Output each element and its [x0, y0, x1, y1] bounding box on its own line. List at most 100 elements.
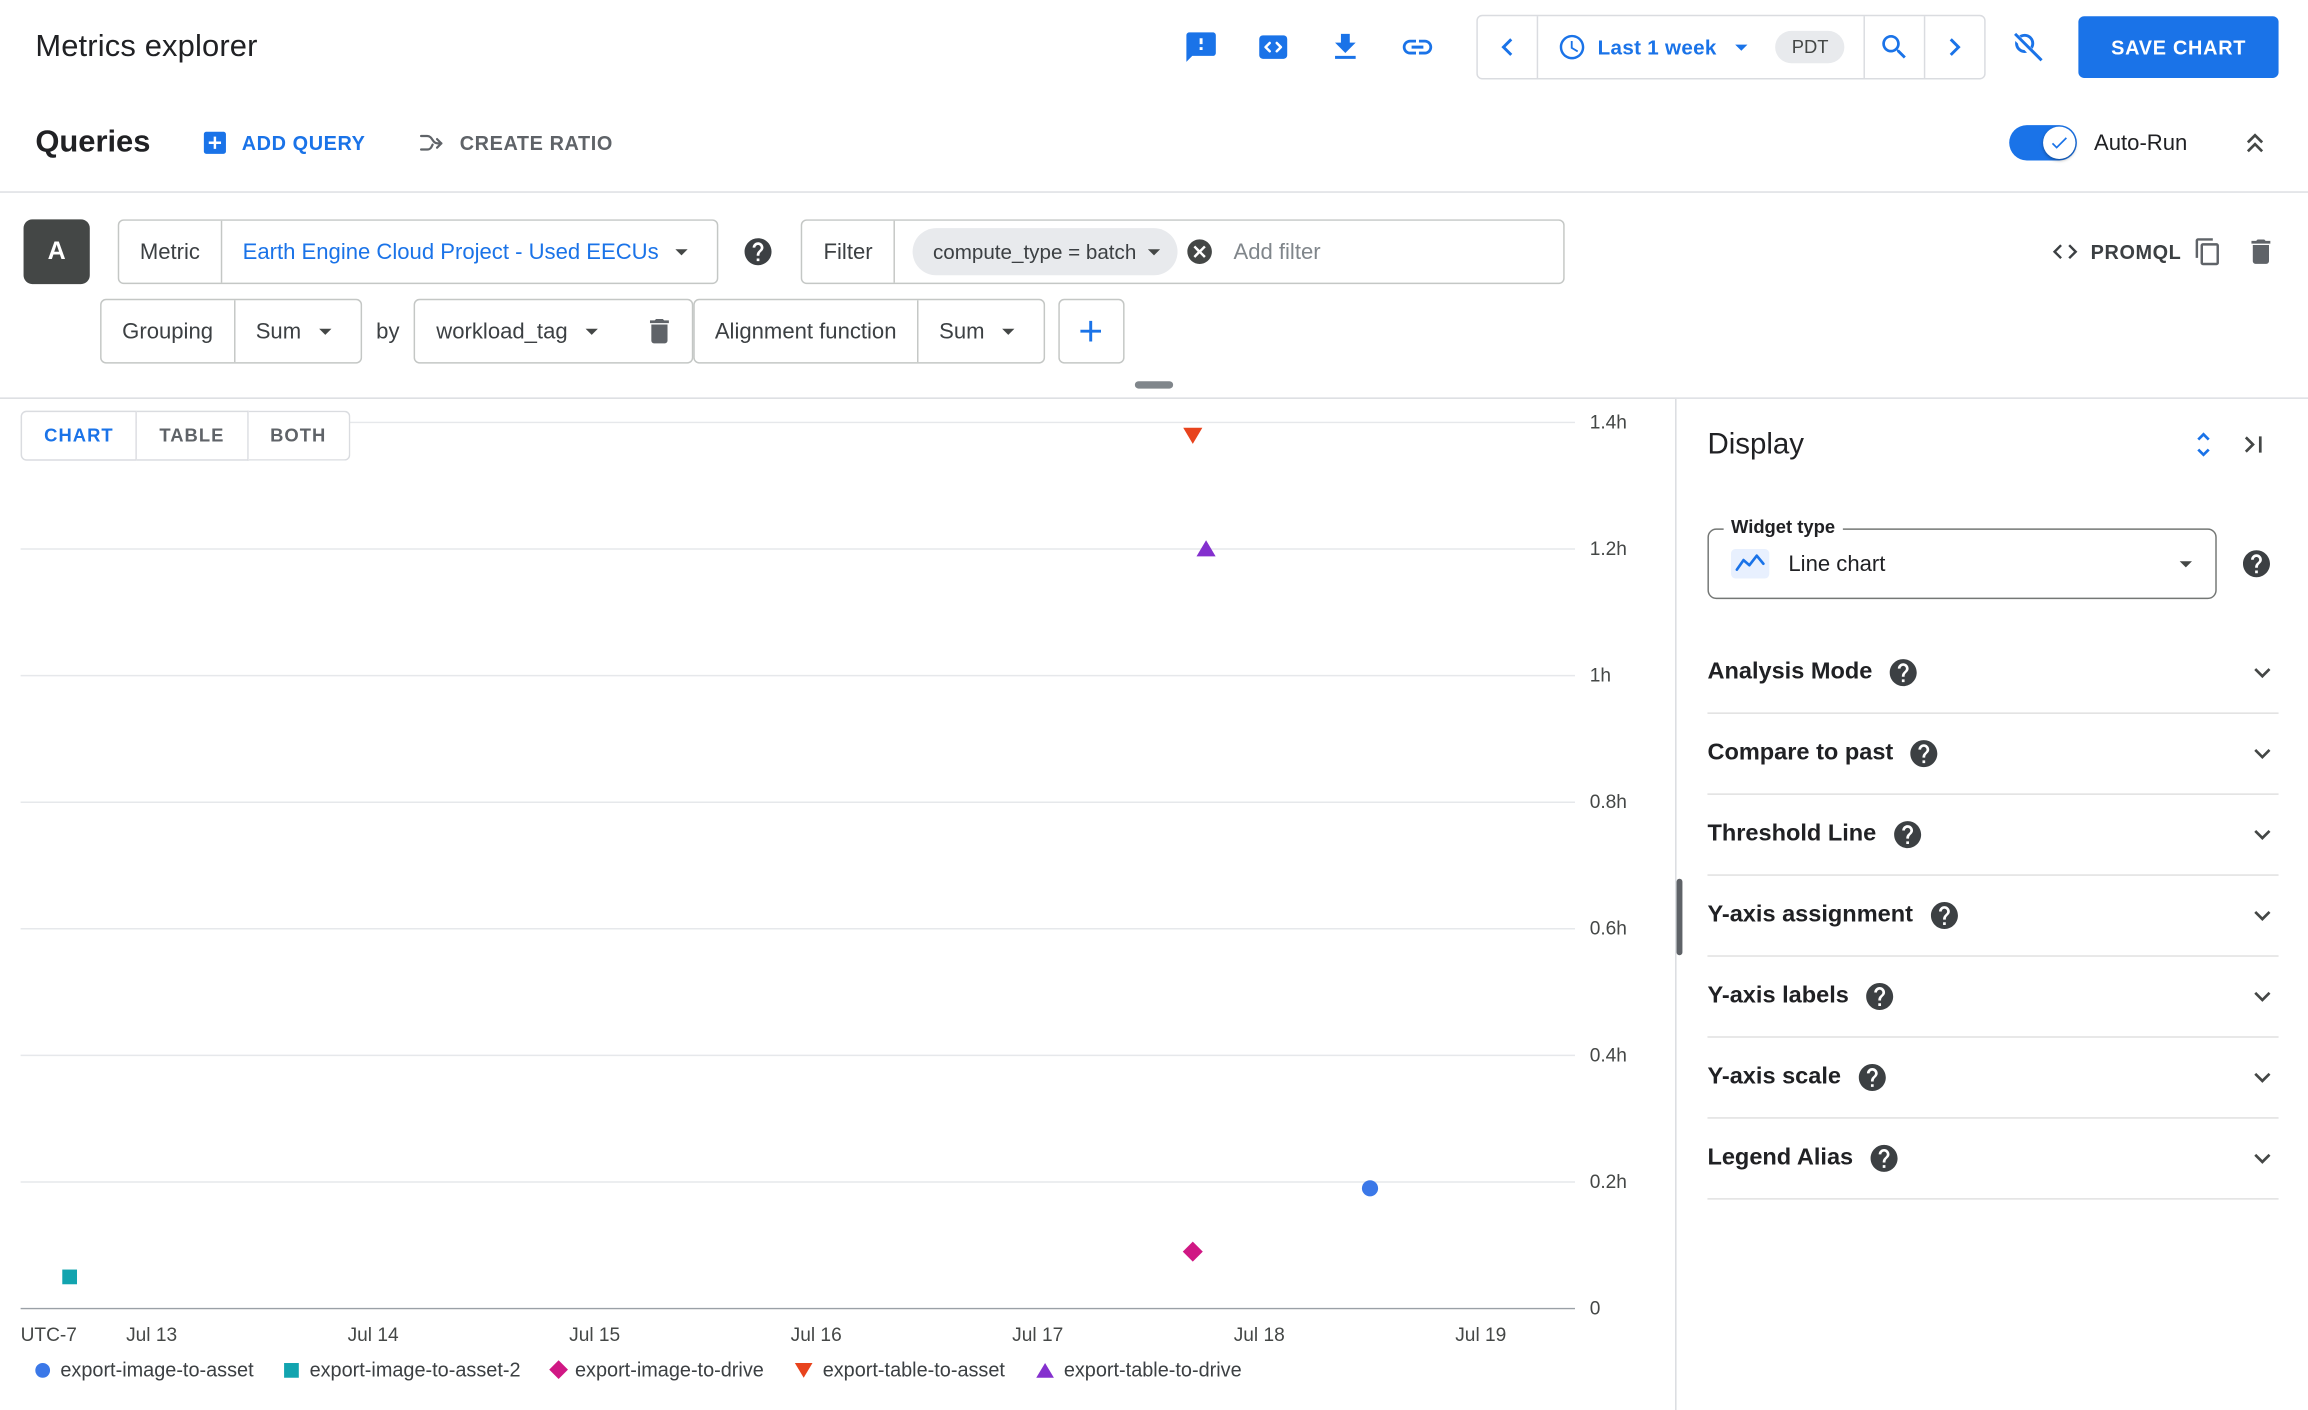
widget-type-select[interactable]: Widget type Line chart	[1707, 516, 2217, 600]
delete-query-button[interactable]	[2234, 225, 2287, 278]
query-editor-button[interactable]	[1244, 18, 1303, 77]
metric-help-button[interactable]	[737, 230, 781, 274]
display-section-compare-to-past[interactable]: Compare to past	[1707, 714, 2279, 795]
alignment-selector[interactable]: Sum	[919, 300, 1044, 362]
legend-item[interactable]: export-image-to-drive	[548, 1359, 764, 1381]
chevron-down-icon[interactable]	[2246, 1061, 2278, 1093]
legend-item[interactable]: export-table-to-drive	[1035, 1358, 1242, 1381]
help-icon	[743, 236, 775, 268]
time-back-button[interactable]	[1478, 16, 1537, 78]
metric-selector[interactable]: Earth Engine Cloud Project - Used EECUs	[222, 221, 718, 283]
help-icon[interactable]	[1891, 818, 1923, 850]
group-by-selector[interactable]: workload_tag	[416, 300, 627, 362]
save-chart-button[interactable]: SAVE CHART	[2078, 16, 2279, 79]
share-link-button[interactable]	[1389, 18, 1448, 77]
display-section-title: Legend Alias	[1707, 1145, 1854, 1171]
chevron-down-icon[interactable]	[2246, 656, 2278, 688]
time-forward-button[interactable]	[1926, 16, 1985, 78]
feedback-button[interactable]	[1172, 18, 1231, 77]
legend-marker-circle	[35, 1362, 51, 1377]
remove-filter-button[interactable]	[1185, 237, 1214, 266]
tab-chart[interactable]: CHART	[20, 410, 138, 461]
chevron-left-icon	[1490, 29, 1525, 64]
auto-run-toggle[interactable]	[2008, 125, 2077, 161]
tab-both[interactable]: BOTH	[248, 410, 350, 461]
duplicate-query-button[interactable]	[2181, 225, 2234, 278]
timezone-chip[interactable]: PDT	[1775, 30, 1845, 64]
display-section-legend-alias[interactable]: Legend Alias	[1707, 1119, 2279, 1200]
legend-label: export-table-to-asset	[822, 1358, 1005, 1381]
help-icon[interactable]	[1868, 1142, 1900, 1174]
queries-title: Queries	[35, 125, 151, 159]
add-query-button[interactable]: ADD QUERY	[201, 128, 366, 157]
help-icon[interactable]	[1887, 656, 1919, 688]
trash-icon	[643, 315, 675, 347]
add-filter-input[interactable]	[1233, 239, 1550, 265]
chevron-down-icon[interactable]	[2246, 980, 2278, 1012]
help-icon[interactable]	[1856, 1061, 1888, 1093]
legend-label: export-table-to-drive	[1063, 1358, 1242, 1381]
display-section-y-axis-scale[interactable]: Y-axis scale	[1707, 1038, 2279, 1119]
zoom-in-button[interactable]	[1865, 16, 1924, 78]
marker-export-table-to-asset[interactable]	[1183, 427, 1203, 444]
promql-button[interactable]: PROMQL	[2051, 237, 2181, 266]
display-section-y-axis-labels[interactable]: Y-axis labels	[1707, 957, 2279, 1038]
widget-type-label: Widget type	[1723, 516, 1843, 538]
chart-view-tabs: CHART TABLE BOTH	[20, 410, 350, 461]
delete-grouping-button[interactable]	[632, 305, 685, 358]
chevron-down-icon[interactable]	[2246, 737, 2278, 769]
collapse-panel-button[interactable]	[2229, 420, 2279, 470]
resize-handle[interactable]	[1134, 381, 1174, 389]
display-section-title: Y-axis scale	[1707, 1064, 1842, 1090]
filter-control: Filter compute_type = batch	[801, 219, 1566, 285]
main-content: 0 0.2h 0.4h 0.6h 0.8h 1h 1.2h 1.4h Jul 13 Jul 14 J…	[0, 398, 2308, 1410]
legend-label: export-image-to-asset-2	[309, 1358, 521, 1381]
query-row-metric: A Metric Earth Engine Cloud Project - Us…	[0, 219, 2308, 285]
display-section-y-axis-assignment[interactable]: Y-axis assignment	[1707, 876, 2279, 957]
query-letter-badge: A	[23, 219, 90, 285]
caret-down-icon	[1139, 237, 1168, 266]
alignment-value: Sum	[939, 318, 985, 344]
download-button[interactable]	[1317, 18, 1376, 77]
caret-down-icon	[576, 316, 605, 345]
widget-type-help-button[interactable]	[2234, 542, 2278, 586]
download-icon	[1328, 29, 1363, 64]
display-section-threshold-line[interactable]: Threshold Line	[1707, 795, 2279, 876]
disable-zoom-button[interactable]	[1999, 18, 2058, 77]
metrics-explorer-page: Metrics explorer Last 1 week PDT SAVE CH…	[0, 0, 2308, 1410]
marker-export-image-to-asset-2[interactable]	[62, 1269, 78, 1285]
filter-chip[interactable]: compute_type = batch	[912, 228, 1178, 276]
chevron-down-icon[interactable]	[2246, 818, 2278, 850]
tab-table[interactable]: TABLE	[137, 410, 249, 461]
legend-item[interactable]: export-image-to-asset-2	[284, 1358, 521, 1381]
plus-icon	[1074, 314, 1109, 349]
scatter-plot[interactable]	[0, 399, 1675, 1410]
add-processing-step-button[interactable]	[1058, 298, 1125, 364]
copy-icon	[2193, 237, 2222, 266]
group-by-value: workload_tag	[436, 318, 568, 344]
chevron-down-icon[interactable]	[2246, 1142, 2278, 1174]
caret-down-icon	[310, 316, 339, 345]
panel-scrollbar[interactable]	[1676, 878, 1683, 956]
create-ratio-button[interactable]: CREATE RATIO	[419, 128, 613, 157]
legend-item[interactable]: export-table-to-asset	[794, 1358, 1005, 1381]
time-range-selector[interactable]: Last 1 week PDT	[1539, 30, 1864, 64]
grouping-selector[interactable]: Sum	[235, 300, 360, 362]
display-section-analysis-mode[interactable]: Analysis Mode	[1707, 633, 2279, 714]
help-icon[interactable]	[1864, 980, 1896, 1012]
collapse-queries-button[interactable]	[2226, 113, 2285, 172]
marker-export-image-to-asset[interactable]	[1361, 1180, 1379, 1197]
chevron-down-icon[interactable]	[2246, 899, 2278, 931]
help-icon[interactable]	[1908, 737, 1940, 769]
legend-item[interactable]: export-image-to-asset	[35, 1359, 254, 1381]
cancel-icon	[1185, 237, 1214, 266]
help-icon	[2240, 548, 2272, 580]
marker-export-image-to-drive[interactable]	[1182, 1241, 1203, 1262]
expand-sections-button[interactable]	[2178, 420, 2228, 470]
auto-run-label: Auto-Run	[2094, 130, 2188, 156]
help-icon[interactable]	[1928, 899, 1960, 931]
legend-marker-triangle-down	[794, 1362, 813, 1377]
display-section-title: Y-axis assignment	[1707, 902, 1913, 928]
display-section-title: Threshold Line	[1707, 821, 1877, 847]
marker-export-table-to-drive[interactable]	[1196, 540, 1216, 557]
